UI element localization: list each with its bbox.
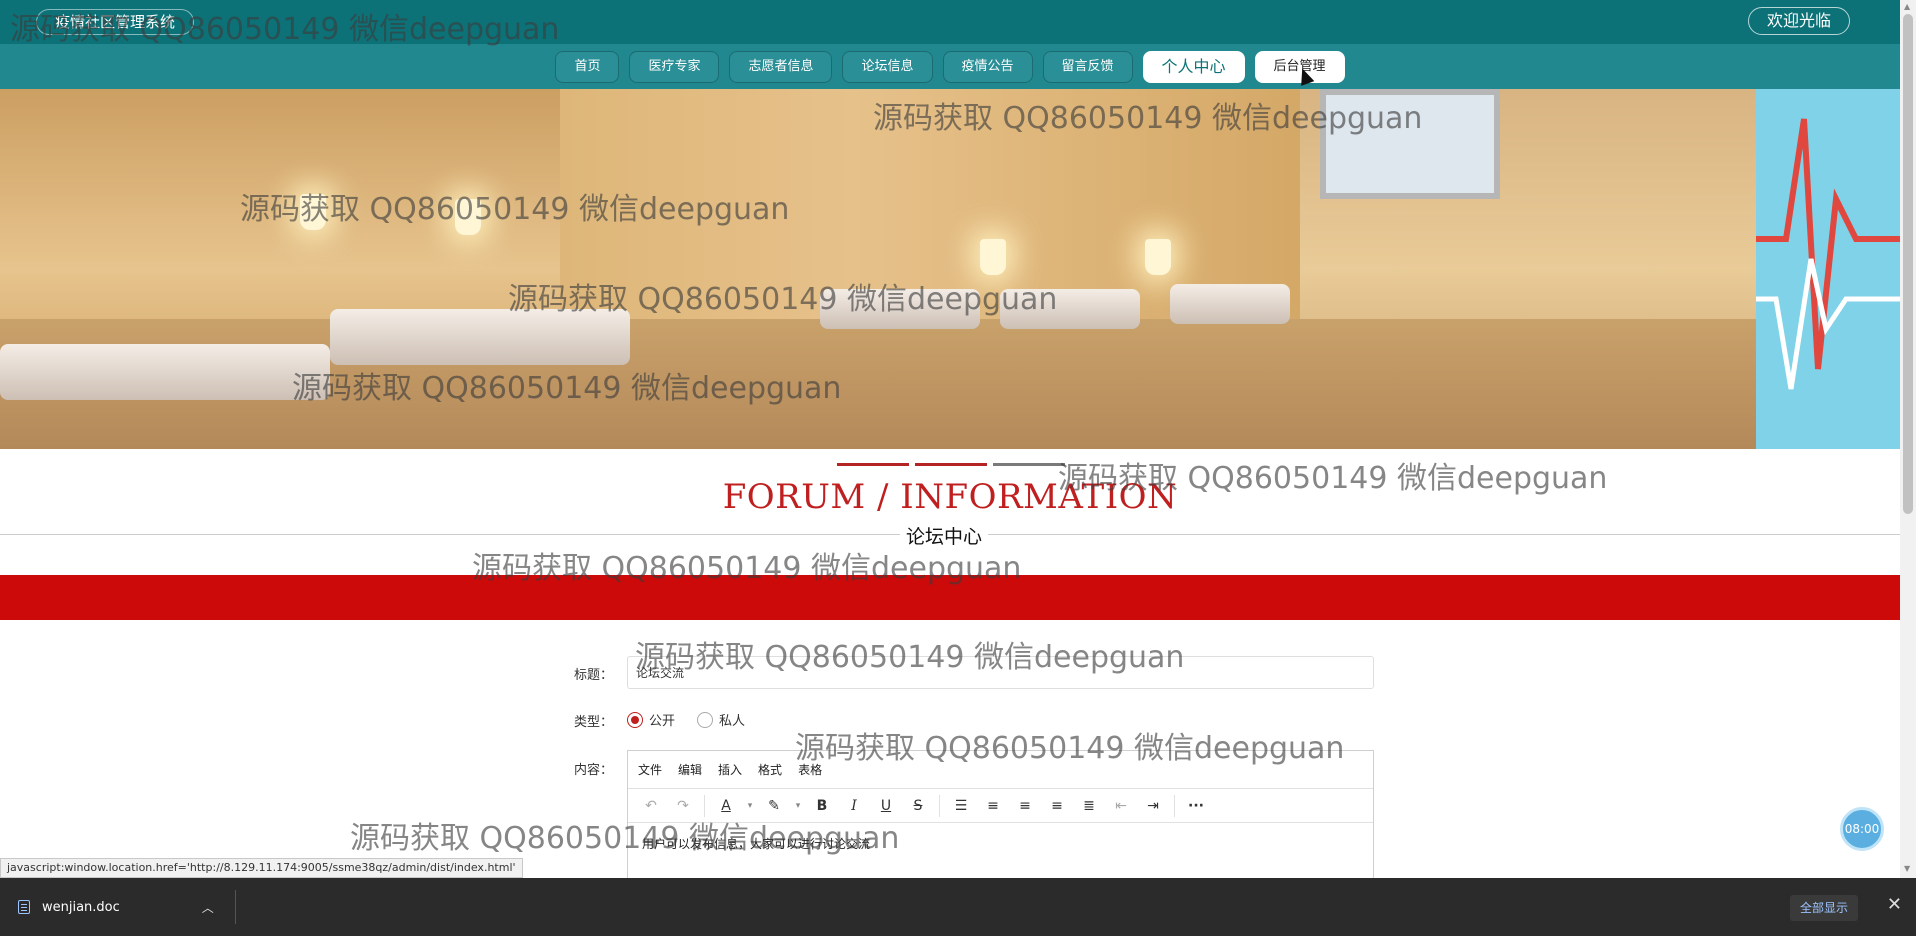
heartbeat-icon: [1756, 118, 1900, 390]
menu-table[interactable]: 表格: [798, 761, 822, 778]
download-divider: [235, 890, 236, 924]
outdent-icon[interactable]: ⇤: [1106, 793, 1136, 819]
lamp-icon: [455, 199, 481, 235]
type-option-private[interactable]: 私人: [697, 710, 745, 729]
nav-item-announcements[interactable]: 疫情公告: [942, 50, 1033, 83]
document-icon: [18, 900, 30, 914]
nav-item-personal-center[interactable]: 个人中心: [1142, 50, 1245, 83]
undo-icon[interactable]: ↶: [636, 793, 666, 819]
type-option-public[interactable]: 公开: [627, 710, 675, 729]
close-icon[interactable]: ✕: [1887, 894, 1902, 915]
page-scrollbar[interactable]: ▲ ▼: [1900, 0, 1916, 878]
welcome-button[interactable]: 欢迎光临: [1747, 7, 1850, 35]
radio-checked-icon[interactable]: [627, 711, 643, 728]
text-color-icon[interactable]: A: [711, 793, 741, 819]
top-bar: 疫情社区管理系统 欢迎光临: [0, 0, 1900, 44]
scrollbar-thumb[interactable]: [1903, 14, 1913, 514]
type-option-label: 私人: [719, 714, 746, 729]
nav-item-home[interactable]: 首页: [555, 50, 620, 83]
chevron-up-icon[interactable]: ︿: [202, 899, 214, 916]
section-title-en: FORUM / INFORMATION: [722, 477, 1178, 517]
download-bar: wenjian.doc ︿ 全部显示 ✕: [0, 878, 1916, 936]
bed-image: [1170, 284, 1290, 324]
menu-insert[interactable]: 插入: [718, 761, 742, 778]
scroll-up-icon[interactable]: ▲: [1904, 2, 1910, 11]
title-input[interactable]: [627, 656, 1374, 689]
indent-icon[interactable]: ⇥: [1138, 793, 1168, 819]
bed-image: [1000, 289, 1140, 329]
align-center-icon[interactable]: ≡: [1010, 793, 1040, 819]
redo-icon[interactable]: ↷: [668, 793, 698, 819]
main-nav: 首页 医疗专家 志愿者信息 论坛信息 疫情公告 留言反馈 个人中心 后台管理: [0, 44, 1900, 89]
menu-edit[interactable]: 编辑: [678, 761, 702, 778]
line-height-icon[interactable]: ☰: [946, 793, 976, 819]
banner-side-panel: [1756, 89, 1900, 449]
nav-item-experts[interactable]: 医疗专家: [629, 50, 720, 83]
bed-image: [330, 309, 630, 365]
type-label: 类型：: [574, 715, 614, 730]
menu-format[interactable]: 格式: [758, 761, 782, 778]
nav-item-volunteers[interactable]: 志愿者信息: [729, 50, 833, 83]
download-item[interactable]: wenjian.doc ︿: [18, 878, 214, 936]
dropdown-chevron-icon[interactable]: ▾: [791, 793, 805, 819]
show-all-button[interactable]: 全部显示: [1789, 895, 1858, 921]
align-right-icon[interactable]: ≡: [1042, 793, 1072, 819]
hero-banner: [0, 89, 1900, 449]
align-left-icon[interactable]: ≡: [978, 793, 1008, 819]
rich-text-editor: 文件 编辑 插入 格式 表格 ↶ ↷ A ▾ ✎ ▾ B I U S ☰ ≡ ≡…: [627, 750, 1374, 880]
download-file-name: wenjian.doc: [42, 899, 120, 915]
radio-unchecked-icon[interactable]: [697, 711, 714, 728]
italic-icon[interactable]: I: [839, 793, 869, 819]
type-option-label: 公开: [649, 714, 676, 729]
title-decoration: [837, 463, 1065, 466]
lamp-icon: [300, 194, 326, 230]
site-title: 疫情社区管理系统: [36, 9, 195, 35]
title-label: 标题：: [574, 668, 614, 683]
scroll-down-icon[interactable]: ▼: [1904, 864, 1910, 873]
more-icon[interactable]: ···: [1181, 793, 1211, 819]
highlight-icon[interactable]: ✎: [759, 793, 789, 819]
lamp-icon: [980, 239, 1006, 275]
menu-file[interactable]: 文件: [638, 761, 662, 778]
banner-window: [1320, 89, 1500, 199]
dropdown-chevron-icon[interactable]: ▾: [743, 793, 757, 819]
section-title-cn: 论坛中心: [900, 522, 989, 549]
status-bar-url: javascript:window.location.href='http://…: [0, 858, 523, 878]
nav-item-feedback[interactable]: 留言反馈: [1042, 50, 1133, 83]
lamp-icon: [1145, 239, 1171, 275]
nav-item-forum[interactable]: 论坛信息: [842, 50, 933, 83]
bed-image: [820, 289, 980, 329]
bed-image: [0, 344, 330, 400]
editor-toolbar: ↶ ↷ A ▾ ✎ ▾ B I U S ☰ ≡ ≡ ≡ ≣ ⇤ ⇥ ···: [628, 789, 1373, 823]
editor-content[interactable]: 用户可以发布信息，大家可以进行讨论交流: [628, 823, 1373, 864]
strikethrough-icon[interactable]: S: [903, 793, 933, 819]
underline-icon[interactable]: U: [871, 793, 901, 819]
align-justify-icon[interactable]: ≣: [1074, 793, 1104, 819]
red-strip: [0, 575, 1900, 620]
editor-menubar: 文件 编辑 插入 格式 表格: [628, 751, 1373, 789]
type-radio-group: 公开 私人: [627, 710, 757, 729]
clock-badge[interactable]: 08:00: [1840, 807, 1884, 851]
content-label: 内容：: [574, 763, 614, 778]
bold-icon[interactable]: B: [807, 793, 837, 819]
